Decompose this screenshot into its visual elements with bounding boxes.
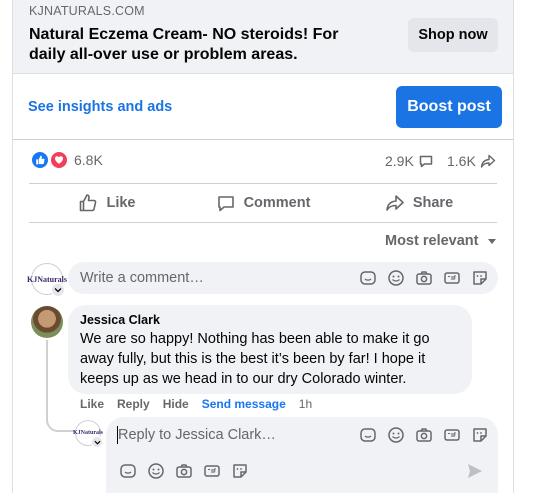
- camera-icon[interactable]: [414, 268, 434, 288]
- ad-headline[interactable]: Natural Eczema Cream- NO steroids! For d…: [29, 25, 369, 65]
- avatar-sticker-icon[interactable]: [118, 461, 138, 481]
- comment-like-link[interactable]: Like: [80, 397, 104, 411]
- comment-button[interactable]: Comment: [185, 184, 341, 222]
- avatar-sticker-icon[interactable]: [358, 268, 378, 288]
- comment-bubble: Jessica Clark We are so happy! Nothing h…: [68, 305, 472, 394]
- comment-label: Comment: [243, 195, 311, 211]
- page-avatar[interactable]: KJNaturals: [27, 263, 67, 297]
- reactions-summary: 6.8K 2.9K 1.6K: [13, 148, 513, 174]
- comment-actions: Like Reply Hide Send message 1h: [80, 397, 312, 411]
- share-count[interactable]: 1.6K: [447, 153, 496, 169]
- comment-bubble-icon: [419, 155, 433, 168]
- share-icon: [386, 195, 404, 211]
- see-insights-link[interactable]: See insights and ads: [28, 99, 172, 115]
- shop-now-button[interactable]: Shop now: [408, 18, 498, 52]
- gif-icon[interactable]: [442, 268, 462, 288]
- gif-icon[interactable]: [442, 425, 462, 445]
- comment-author[interactable]: Jessica Clark: [80, 313, 160, 327]
- love-reaction-icon: [50, 151, 68, 169]
- caret-down-icon: [488, 239, 497, 244]
- chevron-down-icon[interactable]: [91, 436, 103, 448]
- comment-placeholder: Write a comment…: [80, 270, 204, 286]
- send-message-link[interactable]: Send message: [202, 397, 286, 411]
- camera-icon[interactable]: [174, 461, 194, 481]
- thumbs-up-icon: [80, 194, 97, 212]
- like-label: Like: [106, 195, 136, 211]
- like-reaction-icon: [31, 151, 49, 169]
- reply-input[interactable]: Reply to Jessica Clark…: [106, 417, 498, 493]
- reaction-count[interactable]: 6.8K: [74, 152, 103, 168]
- avatar-sticker-icon[interactable]: [358, 425, 378, 445]
- reaction-icons[interactable]: [31, 151, 71, 171]
- comment-text: We are so happy! Nothing has been able t…: [80, 331, 430, 387]
- emoji-icon[interactable]: [146, 461, 166, 481]
- sticker-icon[interactable]: [470, 425, 490, 445]
- chevron-down-icon[interactable]: [51, 283, 65, 297]
- post-actions: Like Comment Share: [29, 183, 497, 223]
- gif-icon[interactable]: [202, 461, 222, 481]
- ad-link-preview[interactable]: KJNATURALS.COM Natural Eczema Cream- NO …: [13, 0, 513, 74]
- reply-placeholder: Reply to Jessica Clark…: [118, 427, 276, 443]
- like-button[interactable]: Like: [29, 184, 185, 222]
- share-label: Share: [412, 195, 454, 211]
- sticker-icon[interactable]: [470, 268, 490, 288]
- ad-domain: KJNATURALS.COM: [29, 4, 145, 18]
- reply-avatar-logo-text: KJNaturals: [73, 430, 103, 436]
- sort-label: Most relevant: [385, 233, 479, 249]
- comment-count[interactable]: 2.9K: [385, 153, 434, 169]
- insights-row: See insights and ads Boost post: [13, 74, 513, 140]
- reply-icon-bar: [358, 425, 490, 445]
- camera-icon[interactable]: [414, 425, 434, 445]
- commenter-avatar[interactable]: [31, 306, 63, 338]
- comment-timestamp[interactable]: 1h: [299, 397, 312, 411]
- comment-hide-link[interactable]: Hide: [163, 397, 189, 411]
- boost-post-button[interactable]: Boost post: [396, 86, 502, 128]
- share-count-value: 1.6K: [447, 153, 476, 169]
- sticker-icon[interactable]: [230, 461, 250, 481]
- share-button[interactable]: Share: [341, 184, 497, 222]
- emoji-icon[interactable]: [386, 268, 406, 288]
- reply-bottom-icon-bar: [118, 461, 250, 481]
- composer-icon-bar: [358, 268, 490, 288]
- avatar-logo-text: KJNaturals: [27, 274, 67, 284]
- emoji-icon[interactable]: [386, 425, 406, 445]
- comment-count-value: 2.9K: [385, 153, 414, 169]
- reply-page-avatar[interactable]: KJNaturals: [73, 420, 103, 448]
- comment-input[interactable]: Write a comment…: [68, 262, 498, 294]
- comment-icon: [217, 196, 234, 212]
- share-arrow-icon: [480, 154, 496, 168]
- send-icon[interactable]: [466, 462, 484, 485]
- comment-sort-dropdown[interactable]: Most relevant: [385, 233, 498, 249]
- comment-reply-link[interactable]: Reply: [117, 397, 150, 411]
- post-card: KJNATURALS.COM Natural Eczema Cream- NO …: [12, 0, 514, 493]
